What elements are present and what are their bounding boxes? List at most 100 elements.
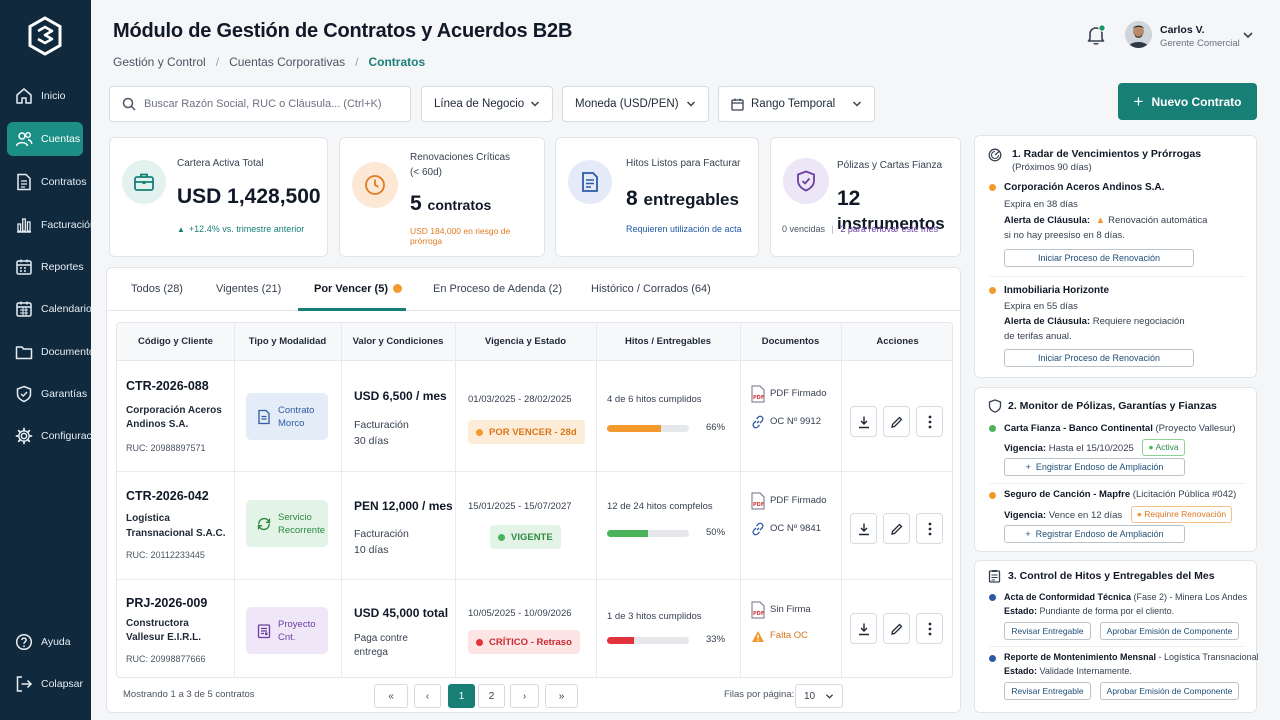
review-deliverable-button[interactable]: Revisar Entregable bbox=[1004, 622, 1091, 640]
renewal-client[interactable]: Corporación Aceros Andinos S.A. bbox=[1004, 181, 1164, 194]
avatar[interactable] bbox=[1125, 21, 1152, 48]
guarantee-name[interactable]: Carta Fianza - Banco Continental (Proyec… bbox=[1004, 422, 1236, 435]
chevron-down-icon[interactable] bbox=[1242, 30, 1254, 40]
approve-emission-button[interactable]: Aprobar Emisión de Componente bbox=[1100, 622, 1239, 640]
select-content: Rango Temporal bbox=[731, 98, 835, 111]
nav-item-colapsar[interactable]: Colapsar bbox=[7, 667, 83, 701]
nav-label: Cuentas bbox=[41, 133, 81, 145]
rango-temporal-select[interactable]: Rango Temporal bbox=[718, 86, 875, 122]
nav-item-configuracion[interactable]: Configuración bbox=[7, 419, 106, 453]
prev-page-button[interactable]: ‹ bbox=[414, 684, 441, 708]
contract-code[interactable]: PRJ-2026-009 bbox=[126, 596, 207, 610]
nav-label: Inicio bbox=[41, 90, 66, 102]
search-input[interactable]: Buscar Razón Social, RUC o Cláusula... (… bbox=[109, 86, 411, 122]
download-icon bbox=[858, 416, 869, 428]
moneda-select[interactable]: Moneda (USD/PEN) bbox=[562, 86, 709, 122]
column-divider bbox=[455, 323, 456, 677]
milestone-title: Acta de Conformidad Técnica bbox=[1004, 592, 1132, 602]
first-page-button[interactable]: « bbox=[374, 684, 408, 708]
milestone-item[interactable]: Acta de Conformidad Técnica (Fase 2) - M… bbox=[1004, 591, 1247, 604]
more-options-button[interactable] bbox=[916, 513, 943, 544]
edit-button[interactable] bbox=[883, 406, 910, 437]
edit-button[interactable] bbox=[883, 613, 910, 644]
contract-code[interactable]: CTR-2026-088 bbox=[126, 379, 209, 393]
more-options-button[interactable] bbox=[916, 406, 943, 437]
kpi-foot-renovar[interactable]: 2 para renovar este mes bbox=[840, 224, 938, 234]
column-header[interactable]: Vigencia y Estado bbox=[455, 336, 596, 347]
purchase-order-link[interactable]: OC Nº 9912 bbox=[751, 415, 821, 429]
status-label: Estado: bbox=[1004, 606, 1038, 616]
register-endorsement-button[interactable]: + Registrar Endoso de Ampliación bbox=[1004, 525, 1185, 543]
purchase-order-link[interactable]: OC Nº 9841 bbox=[751, 522, 821, 536]
kpi-value: 8 entregables bbox=[626, 187, 739, 211]
milestone-item[interactable]: Reporte de Montenimiento Mensnal - Logís… bbox=[1004, 651, 1259, 664]
nav-item-calendario[interactable]: Calendario bbox=[7, 292, 92, 326]
last-page-button[interactable]: » bbox=[545, 684, 578, 708]
column-header[interactable]: Código y Cliente bbox=[117, 336, 234, 347]
guarantee-title: Carta Fianza - Banco Continental bbox=[1004, 423, 1153, 434]
tab-vigentes[interactable]: Vigentes (21) bbox=[216, 283, 281, 295]
guarantee-name[interactable]: Seguro de Canción - Mapfre (Licitación P… bbox=[1004, 488, 1236, 501]
guarantee-validity: Vigencia: Vence en 12 días ● Requinre Re… bbox=[1004, 506, 1233, 523]
rows-per-page-select[interactable]: 10 bbox=[795, 684, 843, 708]
start-renewal-button[interactable]: Iniciar Proceso de Renovación bbox=[1004, 349, 1194, 367]
more-vertical-icon bbox=[928, 522, 931, 535]
renewal-client[interactable]: Inmobiliaria Horizonte bbox=[1004, 284, 1109, 297]
validity-dates: 15/01/2025 - 15/07/2027 bbox=[468, 501, 572, 512]
client-line: Vallesur E.I.R.L. bbox=[126, 632, 202, 643]
breadcrumb-item[interactable]: Cuentas Corporativas bbox=[229, 55, 345, 69]
tab-label: Por Vencer (5) bbox=[314, 283, 388, 295]
nav-item-ayuda[interactable]: Ayuda bbox=[7, 625, 83, 659]
page-2-button[interactable]: 2 bbox=[478, 684, 505, 708]
notifications-bell-icon[interactable] bbox=[1085, 24, 1107, 46]
start-renewal-button[interactable]: Iniciar Proceso de Renovación bbox=[1004, 249, 1194, 267]
shield-icon bbox=[16, 385, 32, 403]
nav-item-documentos[interactable]: Documentos bbox=[7, 335, 100, 369]
shield-icon bbox=[783, 158, 829, 204]
button-label: Nuevo Contrato bbox=[1151, 94, 1242, 109]
download-button[interactable] bbox=[850, 513, 877, 544]
nav-item-reportes[interactable]: Reportes bbox=[7, 250, 84, 284]
download-button[interactable] bbox=[850, 613, 877, 644]
warning-dot-icon bbox=[989, 287, 996, 294]
column-header[interactable]: Valor y Condiciones bbox=[341, 336, 455, 347]
nav-item-inicio[interactable]: Inicio bbox=[7, 79, 83, 113]
tab-adenda[interactable]: En Proceso de Adenda (2) bbox=[433, 283, 562, 295]
nav-item-garantias[interactable]: Garantías bbox=[7, 377, 87, 411]
contract-value: USD 6,500 / mes bbox=[354, 389, 447, 403]
new-contract-button[interactable]: + Nuevo Contrato bbox=[1118, 83, 1257, 120]
nav-item-contratos[interactable]: Contratos bbox=[7, 165, 87, 199]
column-divider bbox=[596, 323, 597, 677]
select-label: Línea de Negocio bbox=[434, 98, 525, 110]
kpi-foot[interactable]: Requieren utilización de acta bbox=[626, 224, 742, 234]
tab-por-vencer[interactable]: Por Vencer (5) bbox=[314, 283, 402, 295]
edit-button[interactable] bbox=[883, 513, 910, 544]
column-header[interactable]: Tipo y Modalidad bbox=[234, 336, 341, 347]
linea-negocio-select[interactable]: Línea de Negocio bbox=[421, 86, 553, 122]
document-pdf-link[interactable]: PDF Sin Firma bbox=[751, 601, 811, 619]
chevron-down-icon bbox=[530, 101, 540, 107]
guarantee-extra: (Proyecto Vallesur) bbox=[1155, 423, 1236, 434]
contract-code[interactable]: CTR-2026-042 bbox=[126, 489, 209, 503]
column-header[interactable]: Documentos bbox=[740, 336, 841, 347]
column-header[interactable]: Hitos / Entregables bbox=[596, 336, 740, 347]
validity-text: Vence en 12 días bbox=[1048, 510, 1123, 521]
app-logo-icon[interactable] bbox=[27, 16, 63, 56]
milestone-progress-bar bbox=[607, 530, 689, 537]
register-endorsement-button[interactable]: + Engistrar Endoso de Ampliación bbox=[1004, 458, 1185, 476]
missing-po-warning: Falta OC bbox=[751, 629, 808, 643]
nav-item-cuentas[interactable]: Cuentas bbox=[7, 122, 83, 156]
breadcrumb-item[interactable]: Gestión y Control bbox=[113, 55, 206, 69]
contract-conditions: Paga contre entrega bbox=[354, 632, 408, 660]
document-pdf-link[interactable]: PDF PDF Firmado bbox=[751, 385, 826, 403]
review-deliverable-button[interactable]: Revisar Entregable bbox=[1004, 682, 1091, 700]
next-page-button[interactable]: › bbox=[510, 684, 539, 708]
page-1-button[interactable]: 1 bbox=[448, 684, 475, 708]
download-button[interactable] bbox=[850, 406, 877, 437]
document-pdf-link[interactable]: PDF PDF Firmado bbox=[751, 492, 826, 510]
tab-historico[interactable]: Histórico / Corrados (64) bbox=[591, 283, 711, 295]
approve-emission-button[interactable]: Aprobar Emisión de Componente bbox=[1100, 682, 1239, 700]
more-options-button[interactable] bbox=[916, 613, 943, 644]
nav-item-facturacion[interactable]: Facturación bbox=[7, 208, 96, 242]
tab-todos[interactable]: Todos (28) bbox=[131, 283, 183, 295]
